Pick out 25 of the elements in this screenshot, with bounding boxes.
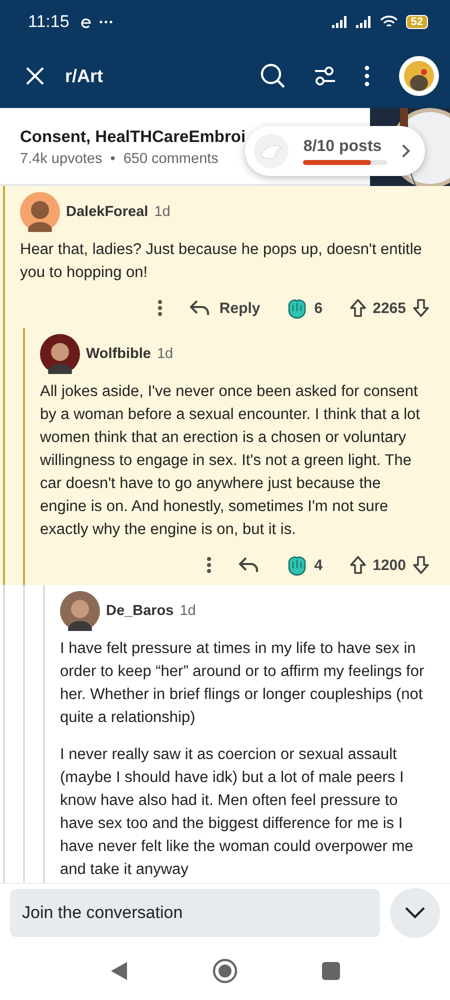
comment-text: I have felt pressure at times in my life to have sex in order to keep “her” around or to affirm my feelings for her. Whether in brief flings or longer coupleships (not quite a relationship): [60, 639, 426, 728]
comment-age: 1d: [156, 346, 174, 362]
comment-age: 1d: [180, 603, 196, 619]
award-count: 6: [314, 300, 323, 316]
comment-author[interactable]: De_Baros: [106, 603, 174, 619]
comment-text: Hear that, ladies? Just because he pops up, doesn't entitle you to hopping on!: [20, 240, 423, 283]
award-count: 4: [314, 556, 323, 574]
reply-button[interactable]: Reply: [189, 299, 260, 317]
subreddit-title: r/Art: [65, 66, 104, 86]
status-time: 11:15: [28, 12, 70, 32]
comment-author[interactable]: DalekForeal: [66, 204, 148, 220]
comment-text: I never really saw it as coercion or sexual assault (maybe I should have idk) but a lot of male peers I know have also had it. Men often feel pressure to have sex too and the biggest difference for me is I have never felt like the woman could overpower me and take it anyway: [60, 745, 414, 880]
comment-age: 1d: [154, 204, 170, 220]
comment-author[interactable]: Wolfbible: [86, 346, 151, 362]
comment-score: 1200: [372, 556, 406, 574]
post-progress-popup[interactable]: 8/10 posts: [245, 126, 425, 176]
progress-label: 8/10 posts: [303, 138, 383, 156]
separator-dot: •: [110, 151, 116, 167]
post-title[interactable]: Consent, HealTHCareEmbroi: [20, 128, 246, 147]
comment-count: 650 comments: [123, 151, 218, 167]
upvote-count: 7.4k upvotes: [20, 151, 102, 167]
battery-indicator: 52: [406, 15, 428, 29]
comment-score: 2265: [372, 300, 406, 316]
comment-text: All jokes aside, I've never once been asked for consent by a woman before a sexual encounter. I think that a lot women think that an erection is a chosen or voluntary willingness to engage in sex. It's not a green light. The car doesn't have to go anywhere just because the engine is on. And honestly, sometimes I'm not sure exactly why the engine is on, but it is.: [40, 382, 421, 540]
comment-input-field[interactable]: Join the conversation: [10, 889, 380, 937]
